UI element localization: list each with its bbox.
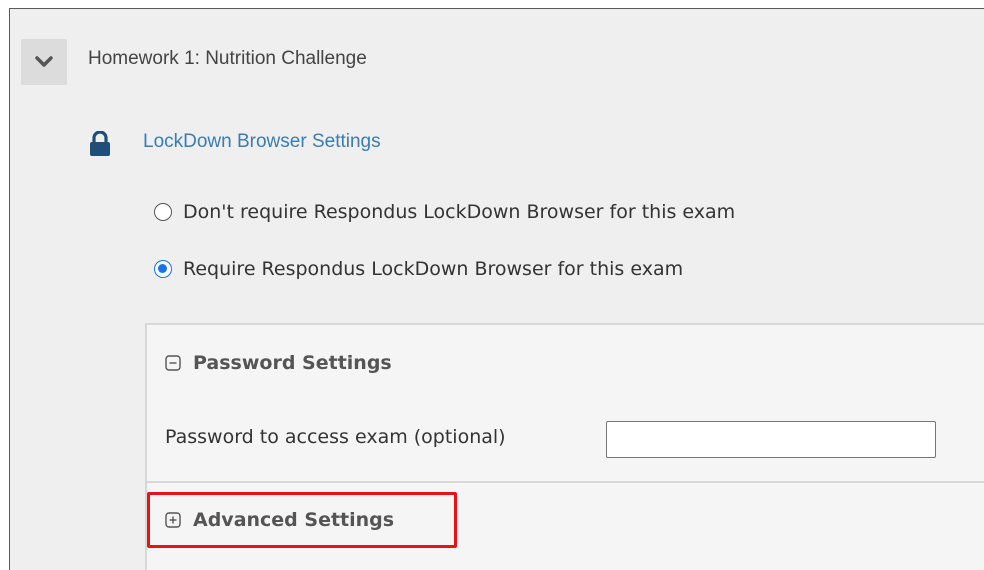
dont-require-ldb-label: Don't require Respondus LockDown Browser…	[183, 201, 736, 223]
dont-require-ldb-radio[interactable]	[154, 203, 172, 221]
advanced-settings-highlight	[147, 492, 457, 548]
require-ldb-option[interactable]: Require Respondus LockDown Browser for t…	[154, 258, 683, 280]
password-settings-label: Password Settings	[193, 352, 392, 374]
page: Homework 1: Nutrition Challenge LockDown…	[0, 0, 984, 570]
panel-top-border	[9, 8, 984, 9]
quiz-title: Homework 1: Nutrition Challenge	[88, 48, 367, 69]
dont-require-ldb-option[interactable]: Don't require Respondus LockDown Browser…	[154, 201, 735, 223]
expand-toggle-button[interactable]	[21, 39, 67, 85]
require-ldb-label: Require Respondus LockDown Browser for t…	[183, 258, 684, 280]
password-settings-header[interactable]: Password Settings	[165, 352, 392, 374]
chevron-down-icon	[35, 56, 53, 67]
password-field-label: Password to access exam (optional)	[165, 426, 506, 448]
minus-square-icon	[165, 355, 181, 371]
require-ldb-radio[interactable]	[154, 260, 172, 278]
panel-left-border	[9, 8, 10, 570]
section-divider	[145, 481, 984, 483]
password-field[interactable]	[606, 421, 936, 458]
lockdown-browser-settings-link[interactable]: LockDown Browser Settings	[143, 131, 381, 153]
lock-icon	[90, 131, 110, 156]
